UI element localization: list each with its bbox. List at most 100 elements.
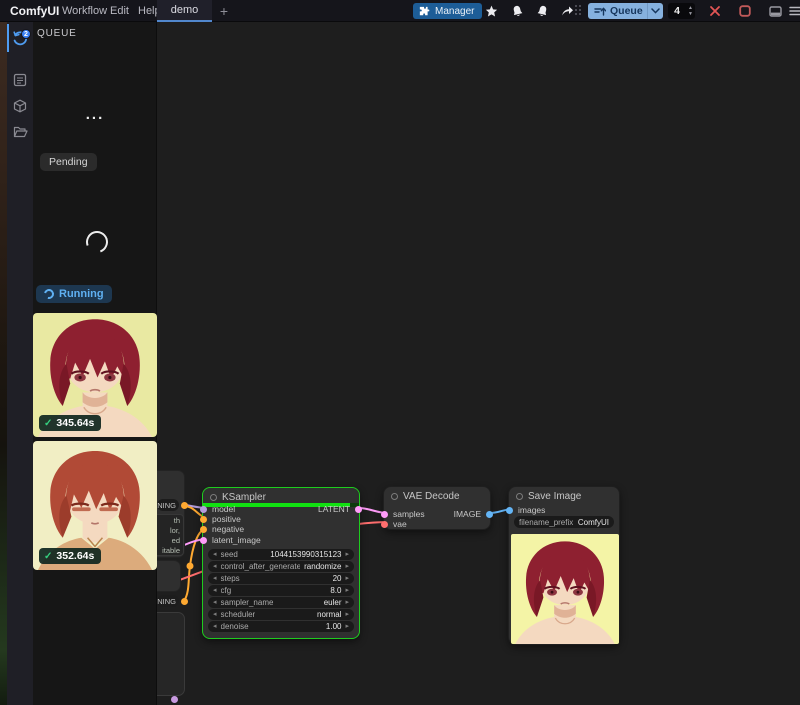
- input-slot-images[interactable]: images: [506, 505, 545, 515]
- menu-workflow[interactable]: Workflow: [62, 5, 107, 17]
- input-slot-vae[interactable]: vae: [381, 519, 407, 529]
- share-icon[interactable]: [558, 3, 576, 19]
- input-slot-latent-image[interactable]: latent_image: [200, 535, 261, 545]
- bell-slash-icon[interactable]: [508, 3, 526, 19]
- menu-edit[interactable]: Edit: [110, 5, 129, 17]
- stop-icon[interactable]: [736, 3, 754, 19]
- prompt-line: lor,: [157, 526, 180, 536]
- node-vae-decode[interactable]: VAE Decode samples vae IMAGE: [383, 486, 491, 530]
- step-up-icon[interactable]: ▲: [688, 6, 693, 11]
- widget-control-after-generate[interactable]: ◂ control_after_generate randomize ▸: [208, 561, 354, 572]
- bottom-panel-icon[interactable]: [766, 3, 784, 19]
- manager-button[interactable]: Manager: [413, 3, 482, 19]
- widget-denoise[interactable]: ◂ denoise 1.00 ▸: [208, 621, 354, 632]
- batch-count-input[interactable]: 4 ▲▼: [668, 3, 695, 19]
- decrement-arrow-icon[interactable]: ◂: [213, 597, 217, 608]
- queue-options-chevron[interactable]: [647, 3, 663, 19]
- step-down-icon[interactable]: ▼: [688, 12, 693, 17]
- input-slot-positive[interactable]: positive: [200, 514, 241, 524]
- decrement-arrow-icon[interactable]: ◂: [213, 609, 217, 620]
- manager-label: Manager: [435, 6, 474, 17]
- clipped-clip-text-encode-node-2[interactable]: [157, 612, 185, 696]
- widget-filename-prefix[interactable]: filename_prefix ComfyUI: [514, 516, 614, 528]
- star-icon[interactable]: [482, 3, 500, 19]
- node-title-bar[interactable]: KSampler: [203, 488, 359, 503]
- queue-result-thumbnail-1[interactable]: ✓ 345.64s: [33, 313, 157, 437]
- collapse-dot-icon[interactable]: [391, 493, 398, 500]
- app-logo[interactable]: ComfyUI: [10, 4, 59, 18]
- increment-arrow-icon[interactable]: ▸: [345, 609, 349, 620]
- negative-slot-dot[interactable]: [200, 526, 207, 533]
- image-output-dot[interactable]: [486, 511, 493, 518]
- prompt-text-fragment[interactable]: th lor, ed itable: [157, 514, 184, 556]
- sidebar-item-workflows[interactable]: [7, 119, 33, 143]
- new-workflow-tab-button[interactable]: +: [216, 1, 232, 21]
- positive-slot-dot[interactable]: [200, 516, 207, 523]
- node-ksampler[interactable]: KSampler model positive negative latent_…: [202, 487, 360, 639]
- latent-output-dot[interactable]: [355, 506, 362, 513]
- clipped-node-box[interactable]: [157, 560, 181, 592]
- model-slot-dot[interactable]: [200, 506, 207, 513]
- widget-value: euler: [324, 598, 342, 607]
- increment-arrow-icon[interactable]: ▸: [345, 573, 349, 584]
- input-slot-samples[interactable]: samples: [381, 509, 425, 519]
- images-slot-dot[interactable]: [506, 507, 513, 514]
- sidebar-item-model-library[interactable]: [7, 94, 33, 118]
- decrement-arrow-icon[interactable]: ◂: [213, 561, 217, 572]
- node-graph-canvas[interactable]: NING th lor, ed itable NING KSampler mod…: [157, 22, 800, 705]
- widget-seed[interactable]: ◂ seed 1044153990315123 ▸: [208, 549, 354, 560]
- widget-steps[interactable]: ◂ steps 20 ▸: [208, 573, 354, 584]
- increment-arrow-icon[interactable]: ▸: [345, 597, 349, 608]
- collapse-dot-icon[interactable]: [210, 494, 217, 501]
- input-slot-negative[interactable]: negative: [200, 524, 244, 534]
- increment-arrow-icon[interactable]: ▸: [345, 561, 349, 572]
- conditioning-output-dot[interactable]: [181, 502, 188, 509]
- decrement-arrow-icon[interactable]: ◂: [213, 585, 217, 596]
- output-slot-latent[interactable]: LATENT: [318, 504, 362, 514]
- node-title-bar[interactable]: VAE Decode: [384, 487, 490, 502]
- hamburger-menu-icon[interactable]: [786, 3, 800, 19]
- increment-arrow-icon[interactable]: ▸: [345, 621, 349, 632]
- slot-label: LATENT: [318, 504, 350, 514]
- reroute-dot[interactable]: [187, 563, 194, 570]
- queue-run-area[interactable]: Queue: [588, 5, 647, 17]
- vae-slot-dot[interactable]: [381, 521, 388, 528]
- output-slot-image[interactable]: IMAGE: [454, 509, 493, 519]
- slot-label: images: [518, 505, 545, 515]
- drag-handle-icon[interactable]: [575, 5, 583, 17]
- input-slot-model[interactable]: model: [200, 504, 235, 514]
- samples-slot-dot[interactable]: [381, 511, 388, 518]
- bell-slash-icon-2[interactable]: [533, 3, 551, 19]
- duration-badge: ✓ 352.64s: [39, 548, 101, 564]
- conditioning-output-dot-2[interactable]: [181, 598, 188, 605]
- batch-count-stepper[interactable]: ▲▼: [686, 6, 695, 17]
- more-items-button[interactable]: ...: [33, 106, 157, 123]
- widget-value: randomize: [304, 562, 341, 571]
- saved-image-preview: [511, 534, 619, 644]
- decrement-arrow-icon[interactable]: ◂: [213, 621, 217, 632]
- decrement-arrow-icon[interactable]: ◂: [213, 549, 217, 560]
- clipped-slot-dot[interactable]: [171, 696, 178, 703]
- latent-image-slot-dot[interactable]: [200, 537, 207, 544]
- cancel-run-icon[interactable]: [706, 3, 724, 19]
- list-panel-icon: [13, 73, 27, 87]
- widget-name: control_after_generate: [221, 562, 301, 571]
- widget-scheduler[interactable]: ◂ scheduler normal ▸: [208, 609, 354, 620]
- increment-arrow-icon[interactable]: ▸: [345, 585, 349, 596]
- queue-result-thumbnail-2[interactable]: ✓ 352.64s: [33, 441, 157, 570]
- node-save-image[interactable]: Save Image images filename_prefix ComfyU…: [508, 486, 620, 645]
- queue-button[interactable]: Queue: [588, 3, 663, 19]
- sidebar-item-node-library[interactable]: [7, 68, 33, 92]
- tab-label: demo: [171, 4, 199, 16]
- workflow-tab-demo[interactable]: demo: [157, 0, 212, 22]
- widget-sampler-name[interactable]: ◂ sampler_name euler ▸: [208, 597, 354, 608]
- collapse-dot-icon[interactable]: [516, 493, 523, 500]
- sidebar-item-queue[interactable]: 2: [7, 26, 33, 50]
- prompt-line: itable: [157, 546, 180, 556]
- widget-cfg[interactable]: ◂ cfg 8.0 ▸: [208, 585, 354, 596]
- node-title-bar[interactable]: Save Image: [509, 487, 619, 502]
- decrement-arrow-icon[interactable]: ◂: [213, 573, 217, 584]
- increment-arrow-icon[interactable]: ▸: [345, 549, 349, 560]
- widget-name: denoise: [221, 622, 249, 631]
- generated-image-output: [511, 534, 619, 644]
